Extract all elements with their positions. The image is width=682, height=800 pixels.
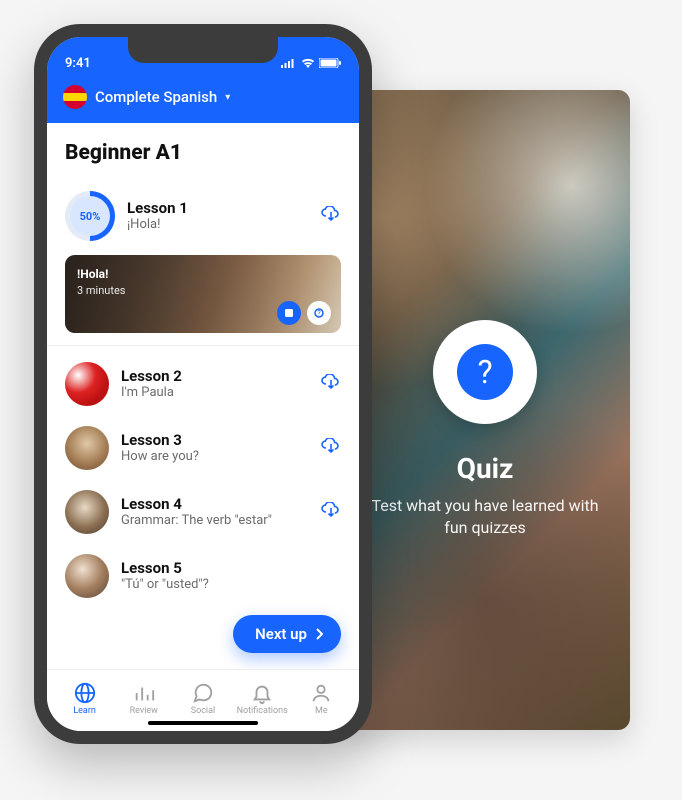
lesson-thumbnail bbox=[65, 490, 109, 534]
lesson-subtitle: I'm Paula bbox=[121, 385, 309, 401]
tab-label: Me bbox=[315, 706, 328, 716]
course-selector[interactable]: Complete Spanish ▾ bbox=[47, 77, 359, 123]
tab-notifications[interactable]: Notifications bbox=[233, 682, 292, 716]
next-up-button[interactable]: Next up bbox=[233, 615, 341, 653]
user-icon bbox=[310, 682, 332, 704]
course-name: Complete Spanish bbox=[95, 88, 217, 106]
lesson-subtitle: "Tú" or "usted"? bbox=[121, 577, 341, 593]
download-icon[interactable] bbox=[321, 374, 341, 394]
tab-me[interactable]: Me bbox=[292, 682, 351, 716]
featured-lesson-card[interactable]: !Hola! 3 minutes ? bbox=[65, 255, 341, 333]
divider bbox=[47, 345, 359, 346]
tab-label: Social bbox=[191, 706, 215, 716]
chart-icon bbox=[133, 682, 155, 704]
download-icon[interactable] bbox=[321, 206, 341, 226]
bell-icon bbox=[251, 682, 273, 704]
wifi-icon bbox=[301, 58, 315, 68]
lesson-title: Lesson 4 bbox=[121, 495, 309, 513]
lesson-title: Lesson 3 bbox=[121, 431, 309, 449]
tab-social[interactable]: Social bbox=[173, 682, 232, 716]
home-indicator bbox=[148, 721, 258, 725]
featured-duration: 3 minutes bbox=[77, 284, 125, 297]
tab-learn[interactable]: Learn bbox=[55, 682, 114, 716]
card-action-icon[interactable] bbox=[277, 301, 301, 325]
progress-ring: 50% bbox=[65, 191, 115, 241]
next-up-label: Next up bbox=[255, 625, 307, 643]
lesson-subtitle: How are you? bbox=[121, 449, 309, 465]
lesson-title: Lesson 2 bbox=[121, 367, 309, 385]
lesson-item[interactable]: Lesson 2 I'm Paula bbox=[65, 352, 341, 416]
lesson-thumbnail bbox=[65, 362, 109, 406]
quiz-icon-circle: ? bbox=[433, 320, 537, 424]
chevron-right-icon bbox=[315, 628, 323, 640]
globe-icon bbox=[74, 682, 96, 704]
download-icon[interactable] bbox=[321, 502, 341, 522]
spain-flag-icon bbox=[63, 85, 87, 109]
lesson-subtitle: Grammar: The verb "estar" bbox=[121, 513, 309, 529]
chevron-down-icon: ▾ bbox=[225, 92, 230, 103]
lesson-title: Lesson 1 bbox=[127, 199, 309, 217]
quiz-title: Quiz bbox=[360, 452, 610, 485]
question-mark-icon: ? bbox=[457, 344, 513, 400]
level-title: Beginner A1 bbox=[65, 141, 341, 165]
featured-title: !Hola! bbox=[77, 267, 125, 281]
battery-icon bbox=[319, 58, 341, 68]
quiz-subtitle: Test what you have learned with fun quiz… bbox=[360, 495, 610, 538]
tab-review[interactable]: Review bbox=[114, 682, 173, 716]
signal-icon bbox=[281, 58, 297, 68]
lesson-subtitle: ¡Hola! bbox=[127, 217, 309, 233]
card-help-icon[interactable]: ? bbox=[307, 301, 331, 325]
lesson-item[interactable]: Lesson 3 How are you? bbox=[65, 416, 341, 480]
lesson-title: Lesson 5 bbox=[121, 559, 341, 577]
phone-notch bbox=[128, 37, 278, 63]
tab-label: Notifications bbox=[237, 706, 288, 716]
quiz-promo-card: ? Quiz Test what you have learned with f… bbox=[340, 90, 630, 730]
lesson-item[interactable]: Lesson 5 "Tú" or "usted"? bbox=[65, 544, 341, 608]
tab-label: Learn bbox=[73, 706, 96, 716]
chat-icon bbox=[192, 682, 214, 704]
lesson-thumbnail bbox=[65, 554, 109, 598]
download-icon[interactable] bbox=[321, 438, 341, 458]
status-time: 9:41 bbox=[65, 56, 91, 71]
progress-percent: 50% bbox=[70, 196, 110, 236]
phone-frame: 9:41 Complete Spanish ▾ Beginner A1 50% bbox=[34, 24, 372, 744]
lesson-thumbnail bbox=[65, 426, 109, 470]
lesson-item[interactable]: Lesson 4 Grammar: The verb "estar" bbox=[65, 480, 341, 544]
lesson-item[interactable]: 50% Lesson 1 ¡Hola! bbox=[65, 181, 341, 251]
tab-label: Review bbox=[130, 706, 158, 716]
